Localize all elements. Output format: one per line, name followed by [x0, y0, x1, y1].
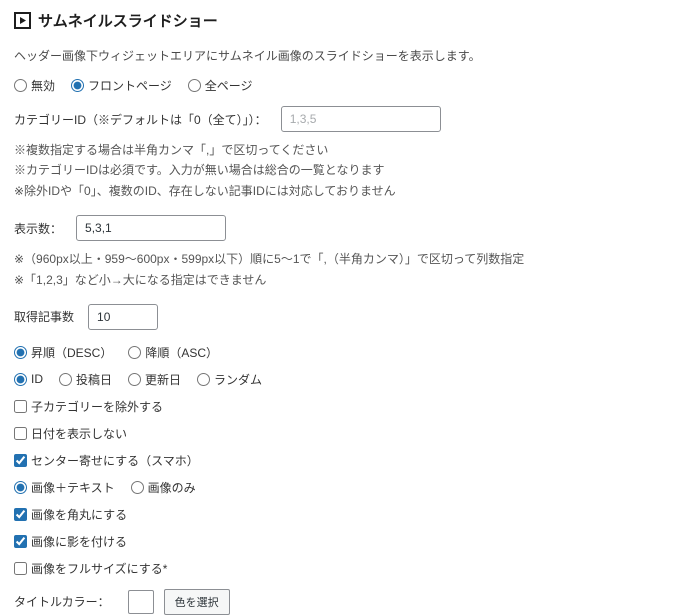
section-title-text: サムネイルスライドショー: [38, 10, 218, 31]
center-sp-option[interactable]: センター寄せにする（スマホ）: [14, 452, 199, 469]
image-mode-with-text-label: 画像＋テキスト: [31, 479, 115, 496]
scope-label-disabled: 無効: [31, 77, 55, 94]
category-id-row: カテゴリーID（※デフォルトは「0（全て）」）：: [14, 106, 666, 132]
order-dir-asc-label: 降順（ASC）: [145, 344, 218, 361]
section-header: サムネイルスライドショー: [14, 10, 666, 31]
order-by-random-label: ランダム: [214, 371, 262, 388]
order-dir-desc-radio[interactable]: [14, 346, 27, 359]
display-count-notes: ※（960px以上・959～600px・599px以下）順に5～1で「,（半角カ…: [14, 249, 666, 290]
image-mode-with-text-radio[interactable]: [14, 481, 27, 494]
order-by-id-radio[interactable]: [14, 373, 27, 386]
order-by-random-radio[interactable]: [197, 373, 210, 386]
section-description: ヘッダー画像下ウィジェットエリアにサムネイル画像のスライドショーを表示します。: [14, 47, 666, 65]
category-id-label: カテゴリーID（※デフォルトは「0（全て）」）：: [14, 111, 267, 128]
order-by-modified-label: 更新日: [145, 371, 181, 388]
display-count-row: 表示数：: [14, 215, 666, 241]
scope-radio-group: 無効 フロントページ 全ページ: [14, 77, 666, 94]
hide-date-label: 日付を表示しない: [31, 425, 127, 442]
hide-date-checkbox[interactable]: [14, 427, 27, 440]
scope-option-all[interactable]: 全ページ: [188, 77, 253, 94]
order-dir-desc-label: 昇順（DESC）: [31, 344, 112, 361]
image-mode-with-text-option[interactable]: 画像＋テキスト: [14, 479, 115, 496]
scope-option-front[interactable]: フロントページ: [71, 77, 172, 94]
image-mode-image-only-label: 画像のみ: [148, 479, 196, 496]
order-by-id-label: ID: [31, 372, 43, 386]
category-notes: ※複数指定する場合は半角カンマ「,」で区切ってください ※カテゴリーIDは必須で…: [14, 140, 666, 201]
shadow-option[interactable]: 画像に影を付ける: [14, 533, 127, 550]
shadow-label: 画像に影を付ける: [31, 533, 127, 550]
image-mode-image-only-option[interactable]: 画像のみ: [131, 479, 196, 496]
rounded-option[interactable]: 画像を角丸にする: [14, 506, 127, 523]
exclude-children-label: 子カテゴリーを除外する: [31, 398, 163, 415]
title-color-row: タイトルカラー： 色を選択: [14, 589, 666, 615]
scope-radio-disabled[interactable]: [14, 79, 27, 92]
scope-label-all: 全ページ: [205, 77, 253, 94]
slideshow-icon: [14, 12, 31, 29]
fetch-count-label: 取得記事数: [14, 308, 74, 325]
hide-date-option[interactable]: 日付を表示しない: [14, 425, 127, 442]
image-mode-group: 画像＋テキスト 画像のみ: [14, 479, 666, 496]
scope-label-front: フロントページ: [88, 77, 172, 94]
order-by-posted-option[interactable]: 投稿日: [59, 371, 112, 388]
title-color-swatch[interactable]: [128, 590, 154, 614]
scope-radio-front[interactable]: [71, 79, 84, 92]
exclude-children-option[interactable]: 子カテゴリーを除外する: [14, 398, 163, 415]
fetch-count-row: 取得記事数: [14, 304, 666, 330]
order-dir-asc-option[interactable]: 降順（ASC）: [128, 344, 218, 361]
fullsize-label: 画像をフルサイズにする*: [31, 560, 167, 577]
center-sp-checkbox[interactable]: [14, 454, 27, 467]
category-id-input[interactable]: [281, 106, 441, 132]
title-color-label: タイトルカラー：: [14, 593, 110, 610]
shadow-checkbox[interactable]: [14, 535, 27, 548]
display-count-label: 表示数：: [14, 220, 62, 237]
order-by-id-option[interactable]: ID: [14, 372, 43, 386]
order-dir-desc-option[interactable]: 昇順（DESC）: [14, 344, 112, 361]
fullsize-checkbox[interactable]: [14, 562, 27, 575]
display-count-input[interactable]: [76, 215, 226, 241]
order-dir-group: 昇順（DESC） 降順（ASC）: [14, 344, 666, 361]
title-color-picker-button[interactable]: 色を選択: [164, 589, 230, 615]
order-by-posted-label: 投稿日: [76, 371, 112, 388]
fetch-count-input[interactable]: [88, 304, 158, 330]
order-by-modified-radio[interactable]: [128, 373, 141, 386]
rounded-checkbox[interactable]: [14, 508, 27, 521]
center-sp-label: センター寄せにする（スマホ）: [31, 452, 199, 469]
scope-option-disabled[interactable]: 無効: [14, 77, 55, 94]
image-mode-image-only-radio[interactable]: [131, 481, 144, 494]
exclude-children-checkbox[interactable]: [14, 400, 27, 413]
order-dir-asc-radio[interactable]: [128, 346, 141, 359]
scope-radio-all[interactable]: [188, 79, 201, 92]
order-by-group: ID 投稿日 更新日 ランダム: [14, 371, 666, 388]
rounded-label: 画像を角丸にする: [31, 506, 127, 523]
order-by-random-option[interactable]: ランダム: [197, 371, 262, 388]
fullsize-option[interactable]: 画像をフルサイズにする*: [14, 560, 167, 577]
order-by-posted-radio[interactable]: [59, 373, 72, 386]
order-by-modified-option[interactable]: 更新日: [128, 371, 181, 388]
